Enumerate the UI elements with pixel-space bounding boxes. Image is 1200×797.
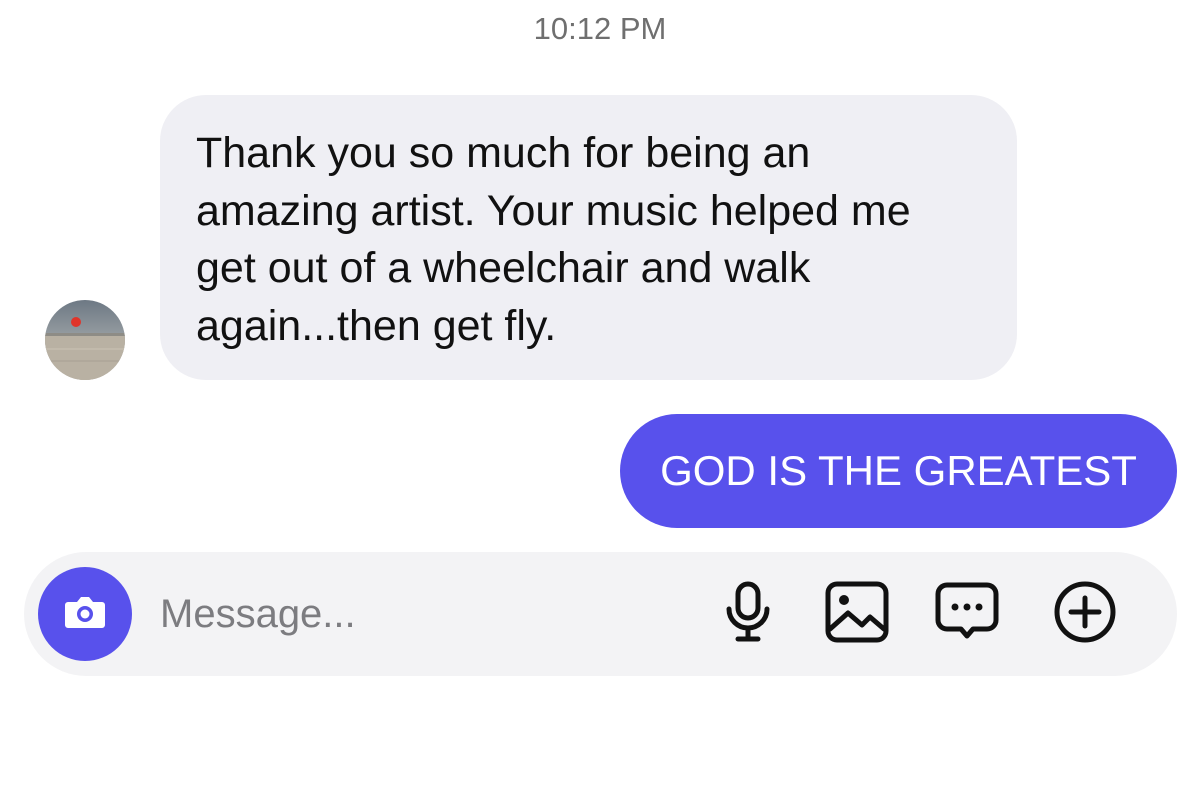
dm-thread-screen: 10:12 PM Thank you so much for being an … xyxy=(0,0,1200,797)
camera-button[interactable] xyxy=(38,567,132,661)
avatar[interactable] xyxy=(45,300,125,380)
message-timestamp: 10:12 PM xyxy=(533,11,667,46)
camera-icon xyxy=(59,586,111,643)
sticker-button[interactable] xyxy=(933,580,1001,648)
voice-message-button[interactable] xyxy=(714,580,782,648)
outgoing-message-bubble[interactable]: GOD IS THE GREATEST xyxy=(620,414,1177,528)
plus-icon xyxy=(1052,579,1118,650)
more-options-button[interactable] xyxy=(1051,580,1119,648)
avatar-image xyxy=(45,300,125,380)
gallery-button[interactable] xyxy=(823,580,891,648)
message-composer xyxy=(24,552,1177,676)
incoming-message-bubble[interactable]: Thank you so much for being an amazing a… xyxy=(160,95,1017,380)
microphone-icon xyxy=(718,580,778,649)
message-input[interactable] xyxy=(160,589,680,639)
sticker-icon xyxy=(934,579,1000,650)
image-icon xyxy=(824,579,890,650)
